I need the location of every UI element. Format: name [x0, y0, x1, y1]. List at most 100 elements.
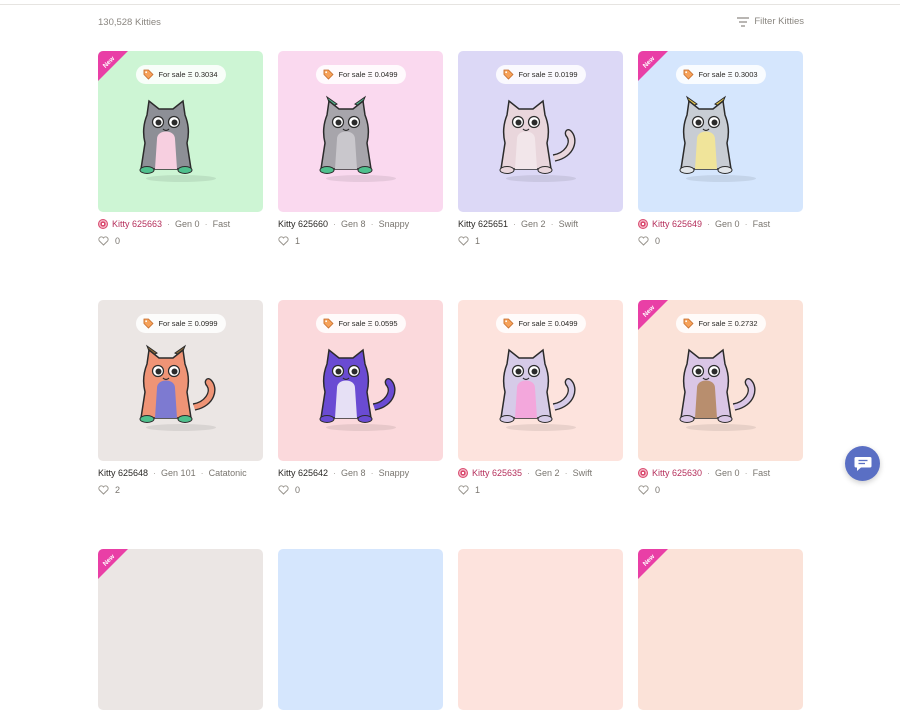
meta-separator: · [167, 219, 171, 229]
filter-lines-icon [737, 16, 750, 27]
for-sale-pill: For sale Ξ 0.3003 [675, 65, 766, 84]
meta-separator: · [333, 468, 337, 478]
kitty-tile[interactable]: New [98, 549, 263, 710]
price-tag-icon [683, 318, 694, 329]
kitty-tile[interactable]: For sale Ξ 0.0595 [278, 300, 443, 461]
kitty-cooldown: Swift [572, 468, 593, 478]
kitty-likes: 2 [98, 484, 263, 495]
kitty-name[interactable]: Kitty 625663 [112, 219, 162, 229]
meta-separator: · [550, 219, 554, 229]
kitty-cooldown: Catatonic [208, 468, 247, 478]
fancy-kitty-icon [458, 468, 468, 478]
kitty-count: 130,528 Kitties [98, 17, 161, 28]
chat-button[interactable] [845, 446, 880, 481]
kitty-name[interactable]: Kitty 625630 [652, 468, 702, 478]
heart-outline-icon[interactable] [98, 484, 109, 495]
kitty-likes: 1 [458, 235, 623, 246]
meta-separator: · [707, 468, 711, 478]
kitty-image [313, 95, 409, 182]
heart-outline-icon[interactable] [278, 235, 289, 246]
kitty-card[interactable]: New For sale Ξ 0.3034 Kitty 625663 · Gen 0 ·… [98, 51, 263, 246]
kitty-card[interactable]: New [638, 549, 803, 710]
for-sale-pill: For sale Ξ 0.2732 [675, 314, 766, 333]
kitty-likes: 0 [638, 235, 803, 246]
heart-outline-icon[interactable] [278, 484, 289, 495]
like-count: 0 [655, 235, 661, 246]
kitty-tile[interactable]: New For sale Ξ 0.2732 [638, 300, 803, 461]
like-count: 1 [475, 235, 481, 246]
for-sale-pill: For sale Ξ 0.0999 [135, 314, 226, 333]
kitty-name[interactable]: Kitty 625635 [472, 468, 522, 478]
like-count: 1 [475, 484, 481, 495]
for-sale-pill: For sale Ξ 0.0499 [315, 65, 406, 84]
meta-separator: · [527, 468, 531, 478]
kitty-cooldown: Fast [212, 219, 231, 229]
kitty-card[interactable] [458, 549, 623, 710]
like-count: 1 [295, 235, 301, 246]
kitty-tile[interactable]: For sale Ξ 0.0999 [98, 300, 263, 461]
kitty-tile[interactable] [458, 549, 623, 710]
for-sale-pill: For sale Ξ 0.0199 [495, 65, 586, 84]
kitty-name[interactable]: Kitty 625648 [98, 468, 148, 478]
heart-outline-icon[interactable] [458, 484, 469, 495]
meta-separator: · [564, 468, 568, 478]
kitty-card[interactable]: New For sale Ξ 0.3003 Kitty 625649 · Gen 0 ·… [638, 51, 803, 246]
heart-outline-icon[interactable] [98, 235, 109, 246]
heart-outline-icon[interactable] [638, 235, 649, 246]
kitty-card[interactable]: New For sale Ξ 0.2732 Kitty 625630 · Gen 0 ·… [638, 300, 803, 495]
meta-separator: · [707, 219, 711, 229]
meta-separator: · [370, 468, 374, 478]
header-divider [0, 0, 900, 5]
kitty-tile[interactable]: For sale Ξ 0.0199 [458, 51, 623, 212]
sale-price-label: For sale Ξ 0.0199 [518, 70, 578, 79]
kitty-generation: Gen 8 [341, 219, 366, 229]
kitty-tile[interactable]: For sale Ξ 0.0499 [278, 51, 443, 212]
kitty-name[interactable]: Kitty 625651 [458, 219, 508, 229]
kitty-name[interactable]: Kitty 625649 [652, 219, 702, 229]
price-tag-icon [323, 69, 334, 80]
kitty-meta-row: Kitty 625651 · Gen 2 · Swift [458, 218, 623, 230]
fancy-kitty-icon [638, 468, 648, 478]
kitty-meta-row: Kitty 625635 · Gen 2 · Swift [458, 467, 623, 479]
kitty-image [133, 95, 229, 182]
kitty-tile[interactable]: New For sale Ξ 0.3003 [638, 51, 803, 212]
kitty-card[interactable]: For sale Ξ 0.0499 Kitty 625635 · Gen 2 · Swi… [458, 300, 623, 495]
kitty-cooldown: Fast [752, 468, 771, 478]
kitty-tile[interactable]: For sale Ξ 0.0499 [458, 300, 623, 461]
fancy-kitty-icon [98, 219, 108, 229]
kitty-card[interactable]: For sale Ξ 0.0595 Kitty 625642 · Gen 8 · Sna… [278, 300, 443, 495]
kitty-tile[interactable]: New For sale Ξ 0.3034 [98, 51, 263, 212]
kitty-likes: 1 [458, 484, 623, 495]
like-count: 0 [115, 235, 121, 246]
kitty-card[interactable]: New [98, 549, 263, 710]
kitty-tile[interactable]: New [638, 549, 803, 710]
sale-price-label: For sale Ξ 0.3034 [158, 70, 218, 79]
kitty-name[interactable]: Kitty 625660 [278, 219, 328, 229]
heart-outline-icon[interactable] [458, 235, 469, 246]
kitty-tile[interactable] [278, 549, 443, 710]
kitty-card[interactable]: For sale Ξ 0.0199 Kitty 625651 · Gen 2 · Swi… [458, 51, 623, 246]
filter-label: Filter Kitties [754, 16, 804, 27]
kitty-meta-row: Kitty 625648 · Gen 101 · Catatonic [98, 467, 263, 479]
kitty-card[interactable]: For sale Ξ 0.0499 Kitty 625660 · Gen 8 · Sna… [278, 51, 443, 246]
kitty-generation: Gen 101 [161, 468, 196, 478]
kitty-card[interactable]: For sale Ξ 0.0999 Kitty 625648 · Gen 101 · C… [98, 300, 263, 495]
kitty-generation: Gen 0 [715, 219, 740, 229]
kitty-generation: Gen 0 [175, 219, 200, 229]
sale-price-label: For sale Ξ 0.0999 [158, 319, 218, 328]
kitty-likes: 1 [278, 235, 443, 246]
kitty-meta-row: Kitty 625660 · Gen 8 · Snappy [278, 218, 443, 230]
kitty-image [313, 344, 409, 431]
kitty-likes: 0 [278, 484, 443, 495]
heart-outline-icon[interactable] [638, 484, 649, 495]
kitty-likes: 0 [638, 484, 803, 495]
price-tag-icon [683, 69, 694, 80]
meta-separator: · [370, 219, 374, 229]
kitty-card[interactable] [278, 549, 443, 710]
kitty-generation: Gen 8 [341, 468, 366, 478]
kitty-name[interactable]: Kitty 625642 [278, 468, 328, 478]
kitty-generation: Gen 2 [535, 468, 560, 478]
kitty-image [673, 344, 769, 431]
filter-kitties-button[interactable]: Filter Kitties [737, 16, 804, 27]
meta-separator: · [513, 219, 517, 229]
